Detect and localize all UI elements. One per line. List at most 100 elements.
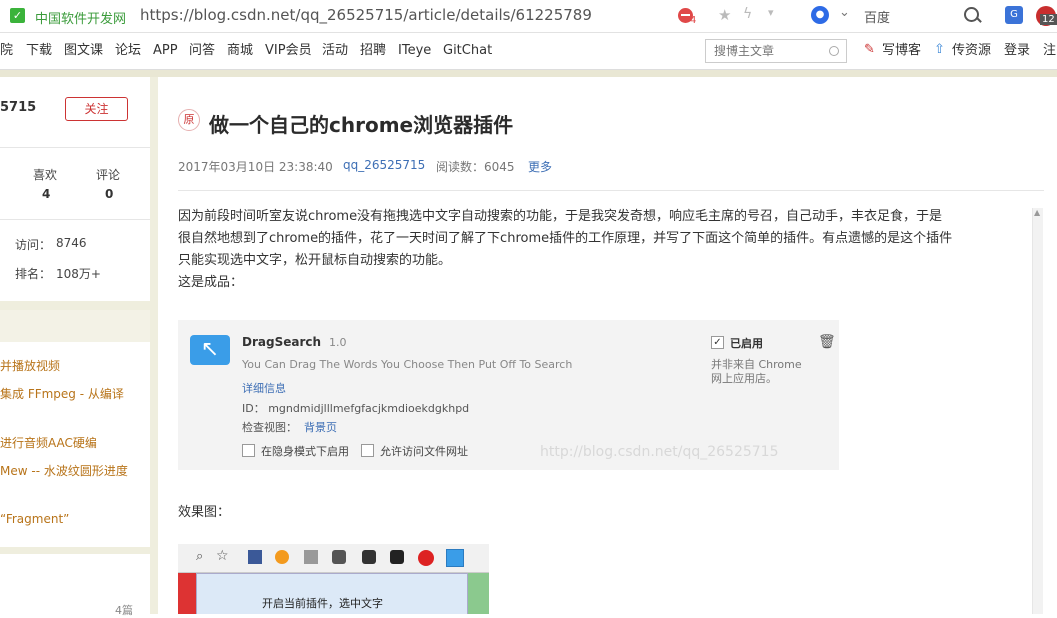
scroll-up-icon[interactable]: ▲ — [1034, 208, 1040, 217]
nav-item-college[interactable]: 院 — [0, 33, 13, 69]
ext-dragsearch-icon — [446, 549, 464, 567]
browser-address-bar: ✓ 中国软件开发网 https://blog.csdn.net/qq_26525… — [0, 0, 1057, 33]
translate-icon[interactable]: G — [1005, 6, 1023, 24]
rank-label: 排名： — [15, 267, 52, 281]
divider — [0, 219, 150, 220]
nav-item-iteye[interactable]: ITeye — [398, 33, 431, 69]
paragraph-line: 因为前段时间听室友说chrome没有拖拽选中文字自动搜索的功能，于是我突发奇想，… — [178, 209, 943, 224]
star-icon[interactable]: ★ — [718, 6, 731, 24]
register-link[interactable]: 注 — [1043, 33, 1056, 69]
left-sidebar: 5715 关注 喜欢 4 评论 0 访问： 8746 排名： 108万+ 并播放… — [0, 77, 158, 617]
enabled-checkbox[interactable]: ✓ — [711, 336, 724, 349]
upload-icon: ⇧ — [934, 42, 945, 57]
incognito-checkbox[interactable] — [242, 444, 255, 457]
list-item[interactable]: “Fragment” — [0, 512, 69, 526]
username-fragment[interactable]: 5715 — [0, 100, 36, 115]
extension-badge: 12 — [1040, 14, 1057, 25]
nav-item-qa[interactable]: 问答 — [189, 33, 215, 69]
extension-card-image: ↖ DragSearch 1.0 You Can Drag The Words … — [178, 320, 839, 470]
enabled-label: 已启用 — [730, 337, 763, 350]
visits-value: 8746 — [56, 236, 87, 250]
zoom-icon: ⌕ — [196, 549, 204, 564]
lightning-icon[interactable]: ϟ — [743, 6, 752, 22]
incognito-label: 在隐身模式下启用 — [261, 445, 349, 458]
ext-pocket-icon — [332, 550, 346, 564]
secure-check-icon: ✓ — [10, 8, 25, 23]
author-link[interactable]: qq_26525715 — [343, 158, 425, 172]
site-nav-bar: 院 下载 图文课 论坛 APP 问答 商城 VIP会员 活动 招聘 ITeye … — [0, 33, 1057, 70]
engine-chevron-down-icon[interactable]: ⌄ — [839, 5, 850, 20]
comments-value: 0 — [105, 187, 114, 201]
left-red-edge — [178, 573, 196, 614]
list-item[interactable]: 并播放视频 — [0, 357, 60, 374]
content-scrollbar[interactable]: ▲ — [1032, 208, 1043, 614]
article-count: 4篇 — [115, 604, 133, 617]
file-access-label: 允许访问文件网址 — [380, 445, 468, 458]
visits-label: 访问： — [15, 238, 52, 252]
article-list-card: 并播放视频 集成 FFmpeg - 从编译 进行音频AAC硬编 Mew -- 水… — [0, 310, 150, 547]
nav-item-jobs[interactable]: 招聘 — [360, 33, 386, 69]
paragraph-line: 很自然地想到了chrome的插件，花了一天时间了解了下chrome插件的工作原理… — [178, 231, 953, 246]
extension-name: DragSearch — [242, 335, 322, 349]
write-blog-link[interactable]: 写博客 — [882, 33, 921, 69]
nav-item-app[interactable]: APP — [153, 33, 178, 69]
likes-label: 喜欢 — [33, 168, 58, 182]
ext-arrow-icon — [248, 550, 262, 564]
watermark: http://blog.csdn.net/qq_26525715 — [540, 444, 779, 460]
login-link[interactable]: 登录 — [1004, 33, 1030, 69]
ext-evernote-icon — [362, 550, 376, 564]
list-item[interactable]: Mew -- 水波纹圆形进度 — [0, 462, 128, 479]
article-panel: 原 做一个自己的chrome浏览器插件 2017年03月10日 23:38:40… — [158, 77, 1057, 614]
baidu-paw-icon[interactable]: ● — [811, 6, 829, 24]
chevron-down-icon[interactable]: ▾ — [768, 6, 774, 19]
original-badge: 原 — [178, 109, 200, 131]
popup-box: 开启当前插件，选中文字 — [196, 573, 468, 614]
read-count: 阅读数：6045 — [436, 160, 515, 174]
file-access-checkbox[interactable] — [361, 444, 374, 457]
rank-value: 108万+ — [56, 267, 101, 281]
effect-label: 效果图： — [178, 505, 231, 520]
details-link[interactable]: 详细信息 — [242, 380, 286, 396]
extension-id: ID： mgndmidjlllmefgfacjkmdioekdgkhpd — [242, 402, 470, 415]
ext-orange-icon — [275, 550, 289, 564]
nav-item-events[interactable]: 活动 — [322, 33, 348, 69]
inspect-label: 检查视图： — [242, 421, 297, 434]
nav-item-store[interactable]: 商城 — [227, 33, 253, 69]
result-label: 这是成品： — [178, 275, 244, 290]
nav-item-vip[interactable]: VIP会员 — [265, 33, 312, 69]
blog-search-input[interactable] — [705, 39, 847, 63]
upload-link[interactable]: 传资源 — [952, 33, 991, 69]
background-page-link[interactable]: 背景页 — [304, 419, 337, 435]
blocked-count-badge: 4 — [690, 15, 697, 26]
extension-description: You Can Drag The Words You Choose Then P… — [242, 358, 573, 371]
article-paragraph: 因为前段时间听室友说chrome没有拖拽选中文字自动搜索的功能，于是我突发奇想，… — [178, 206, 1028, 294]
card-header-band — [0, 310, 150, 342]
likes-value: 4 — [42, 187, 51, 201]
nav-item-courses[interactable]: 图文课 — [64, 33, 103, 69]
paragraph-line: 只能实现选中文字，松开鼠标自动搜索的功能。 — [178, 253, 452, 268]
blog-search-icon[interactable] — [829, 46, 839, 56]
url-text[interactable]: https://blog.csdn.net/qq_26525715/articl… — [140, 6, 592, 24]
bookmark-star-icon: ☆ — [216, 548, 229, 564]
ext-adblock-icon — [418, 550, 434, 566]
article-date: 2017年03月10日 23:38:40 — [178, 160, 333, 174]
trash-icon[interactable]: 🗑 — [818, 334, 836, 350]
ext-black-icon — [390, 550, 404, 564]
source-note-line2: 网上应用店。 — [711, 372, 777, 385]
follow-button[interactable]: 关注 — [65, 97, 128, 121]
popup-text: 开启当前插件，选中文字 — [262, 597, 383, 610]
search-engine-label[interactable]: 百度 — [864, 7, 890, 26]
nav-item-gitchat[interactable]: GitChat — [443, 33, 492, 69]
nav-item-download[interactable]: 下载 — [26, 33, 52, 69]
list-item[interactable]: 集成 FFmpeg - 从编译 — [0, 385, 124, 402]
more-link[interactable]: 更多 — [528, 158, 552, 175]
site-name-label: 中国软件开发网 — [35, 12, 127, 27]
nav-item-forum[interactable]: 论坛 — [115, 33, 141, 69]
title-divider — [178, 190, 1044, 191]
list-item[interactable]: 进行音频AAC硬编 — [0, 434, 97, 451]
write-blog-icon: ✎ — [864, 42, 875, 57]
dragsearch-logo-icon: ↖ — [190, 335, 230, 365]
header-divider-band — [0, 70, 1057, 77]
divider — [0, 147, 150, 148]
profile-card: 5715 关注 喜欢 4 评论 0 访问： 8746 排名： 108万+ — [0, 77, 150, 301]
